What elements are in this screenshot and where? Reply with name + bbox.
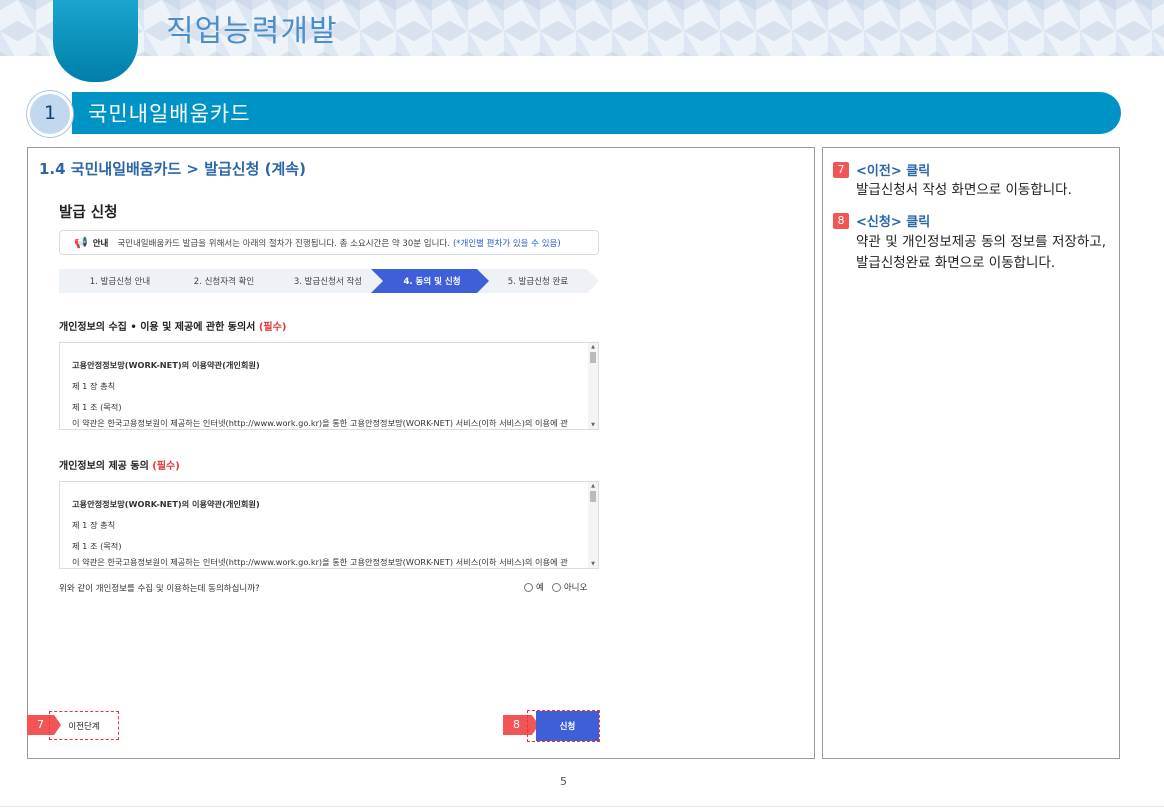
section-number: 1 [43, 102, 57, 124]
instruction-7-desc: 발급신청서 작성 화면으로 이동합니다. [856, 182, 1072, 198]
scroll-thumb[interactable] [590, 352, 596, 363]
section-title: 국민내일배움카드 [88, 102, 251, 126]
terms-2-line-4: 이 약관은 한국고용정보원이 제공하는 인터넷(http://www.work.… [72, 557, 568, 567]
consent-question: 위와 같이 개인정보를 수집 및 이용하는데 동의하십니까? [59, 584, 260, 594]
radio-no[interactable]: 아니오 [551, 581, 588, 593]
notice-box: 📢 안내 국민내일배움카드 발급을 위해서는 아래의 절차가 진행됩니다. 총 … [59, 230, 599, 255]
step-5: 5. 발급신청 완료 [477, 269, 599, 293]
prev-step-label: 이전단계 [68, 721, 100, 732]
scroll-up-icon[interactable]: ▲ [589, 344, 597, 350]
consent-radio-group: 예 아니오 [524, 581, 595, 593]
terms-box-2[interactable]: 고용안정정보망(WORK-NET)의 이용약관(개인회원) 제 1 장 총칙 제… [59, 481, 599, 569]
terms-1-line-1: 고용안정정보망(WORK-NET)의 이용약관(개인회원) [72, 360, 260, 370]
instruction-8-desc: 약관 및 개인정보제공 동의 정보를 저장하고, 발급신청완료 화면으로 이동합… [856, 234, 1106, 271]
notice-text: 국민내일배움카드 발급을 위해서는 아래의 절차가 진행됩니다. 총 소요시간은… [117, 238, 450, 249]
terms-1-line-3: 제 1 조 (목적) [72, 402, 122, 412]
terms-1-line-2: 제 1 장 총칙 [72, 381, 116, 391]
submit-button[interactable]: 신청 [536, 711, 599, 741]
page: 직업능력개발 1 국민내일배움카드 1.4 국민내일배움카드 > 발급신청 (계… [0, 0, 1164, 811]
form-heading: 발급 신청 [59, 205, 118, 221]
agreement-2-title: 개인정보의 제공 동의 (필수) [59, 457, 180, 472]
radio-yes[interactable]: 예 [524, 581, 544, 593]
scroll-down-icon[interactable]: ▼ [589, 422, 597, 428]
agreement-2-title-text: 개인정보의 제공 동의 [59, 461, 149, 472]
notice-label: 안내 [92, 238, 109, 249]
terms-2-line-2: 제 1 장 총칙 [72, 520, 116, 530]
agreement-1-title-text: 개인정보의 수집 • 이용 및 제공에 관한 동의서 [59, 322, 256, 333]
progress-steps: 1. 발급신청 안내 2. 신청자격 확인 3. 발급신청서 작성 4. 동의 … [59, 269, 599, 293]
scroll-thumb[interactable] [590, 491, 596, 502]
page-title: 직업능력개발 [166, 14, 338, 49]
megaphone-icon: 📢 [74, 236, 88, 249]
panel-title: 1.4 국민내일배움카드 > 발급신청 (계속) [39, 160, 306, 178]
terms-2-line-3: 제 1 조 (목적) [72, 541, 122, 551]
step-2: 2. 신청자격 확인 [163, 269, 285, 293]
scroll-down-icon[interactable]: ▼ [589, 561, 597, 567]
agreement-1-required: (필수) [258, 322, 287, 333]
terms-2-scrollbar[interactable]: ▲ ▼ [588, 482, 598, 568]
terms-1-line-4: 이 약관은 한국고용정보원이 제공하는 인터넷(http://www.work.… [72, 418, 568, 428]
step-3: 3. 발급신청서 작성 [267, 269, 389, 293]
scroll-up-icon[interactable]: ▲ [589, 483, 597, 489]
instruction-8-heading: <신청> 클릭 [856, 215, 931, 230]
page-number: 5 [560, 775, 567, 788]
instruction-8-badge: 8 [833, 213, 849, 229]
step-1: 1. 발급신청 안내 [59, 269, 181, 293]
header-tab-decoration [53, 0, 138, 82]
radio-yes-label: 예 [536, 583, 544, 593]
notice-highlight: (*개인별 편차가 있을 수 있음) [452, 238, 561, 249]
radio-circle-icon[interactable] [551, 582, 561, 592]
instruction-7-badge: 7 [833, 162, 849, 178]
instruction-7-heading: <이전> 클릭 [856, 164, 931, 179]
radio-no-label: 아니오 [563, 583, 588, 593]
agreement-2-required: (필수) [152, 461, 180, 472]
radio-circle-icon[interactable] [524, 582, 533, 592]
terms-2-line-1: 고용안정정보망(WORK-NET)의 이용약관(개인회원) [72, 499, 260, 509]
step-4-active: 4. 동의 및 신청 [371, 269, 493, 293]
terms-1-scrollbar[interactable]: ▲ ▼ [588, 343, 598, 429]
prev-step-button[interactable]: 이전단계 [49, 711, 119, 740]
bottom-divider [0, 806, 1164, 807]
agreement-1-title: 개인정보의 수집 • 이용 및 제공에 관한 동의서 (필수) [59, 318, 286, 333]
terms-box-1[interactable]: 고용안정정보망(WORK-NET)의 이용약관(개인회원) 제 1 장 총칙 제… [59, 342, 599, 430]
